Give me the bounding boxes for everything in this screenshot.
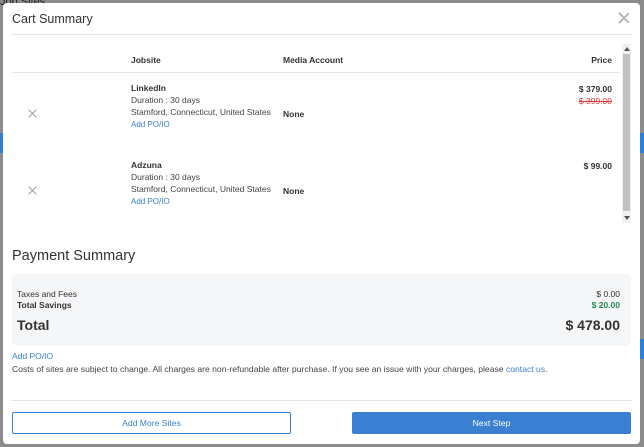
cart-row-linkedin: LinkedIn Duration : 30 days Stamford, Co…: [12, 73, 620, 150]
savings-value: $ 20.00: [591, 300, 620, 310]
jobsite-duration: Duration : 30 days: [131, 171, 200, 182]
scroll-up-arrow-icon[interactable]: [624, 47, 630, 51]
price-cell: $ 99.00: [584, 160, 612, 172]
jobsite-duration: Duration : 30 days: [131, 94, 200, 105]
add-more-sites-button[interactable]: Add More Sites: [12, 412, 291, 434]
cart-row-adzuna: Adzuna Duration : 30 days Stamford, Conn…: [12, 150, 620, 223]
disclaimer-end: .: [545, 364, 548, 374]
total-value: $ 478.00: [565, 317, 621, 333]
current-price: $ 379.00: [578, 84, 612, 94]
add-po-link[interactable]: Add PO/IO: [131, 196, 271, 208]
jobsite-location: Stamford, Connecticut, United States: [131, 106, 271, 117]
next-step-button[interactable]: Next Step: [352, 412, 631, 434]
column-header-price: Price: [591, 55, 612, 65]
original-price: $ 399.00: [578, 96, 612, 106]
modal-title: Cart Summary: [12, 12, 93, 26]
price-cell: $ 379.00 $ 399.00: [579, 83, 612, 107]
cart-scrollbar[interactable]: [622, 44, 631, 223]
disclaimer-text: Costs of sites are subject to change. Al…: [12, 364, 506, 374]
modal-header: Cart Summary: [11, 3, 632, 35]
payment-summary-box: Taxes and Fees $ 0.00 Total Savings $ 20…: [12, 274, 631, 346]
taxes-label: Taxes and Fees: [17, 289, 78, 299]
current-price: $ 99.00: [583, 161, 612, 171]
column-header-jobsite: Jobsite: [131, 55, 161, 65]
cart-table: Jobsite Media Account Price LinkedIn Dur…: [12, 44, 620, 223]
jobsite-cell: Adzuna Duration : 30 days Stamford, Conn…: [131, 160, 271, 208]
cart-table-header: Jobsite Media Account Price: [12, 44, 620, 73]
scroll-down-arrow-icon[interactable]: [624, 216, 630, 220]
column-header-media-account: Media Account: [283, 55, 344, 65]
background-button-right-2: [640, 339, 644, 359]
media-account-value: None: [283, 109, 305, 119]
payment-summary-title: Payment Summary: [12, 248, 136, 264]
background-button-right: [640, 133, 644, 153]
add-po-link[interactable]: Add PO/IO: [131, 119, 271, 131]
remove-item-icon[interactable]: [28, 109, 37, 118]
media-account-value: None: [283, 186, 305, 196]
savings-label: Total Savings: [17, 300, 72, 310]
total-label: Total: [17, 317, 50, 333]
remove-item-icon[interactable]: [28, 186, 37, 195]
jobsite-name: LinkedIn: [131, 83, 166, 93]
jobsite-cell: LinkedIn Duration : 30 days Stamford, Co…: [131, 83, 271, 131]
taxes-value: $ 0.00: [596, 289, 620, 299]
footer-divider: [11, 400, 632, 401]
jobsite-name: Adzuna: [131, 160, 162, 170]
cart-summary-modal: Cart Summary Jobsite Media Account Price…: [3, 3, 640, 444]
charges-disclaimer: Costs of sites are subject to change. Al…: [12, 364, 548, 374]
add-po-link-footer[interactable]: Add PO/IO: [12, 351, 53, 361]
jobsite-location: Stamford, Connecticut, United States: [131, 183, 271, 194]
contact-us-link[interactable]: contact us: [506, 364, 545, 374]
cart-table-scroll-area[interactable]: Jobsite Media Account Price LinkedIn Dur…: [12, 44, 631, 223]
scrollbar-thumb[interactable]: [623, 54, 630, 211]
close-icon[interactable]: [618, 12, 630, 24]
